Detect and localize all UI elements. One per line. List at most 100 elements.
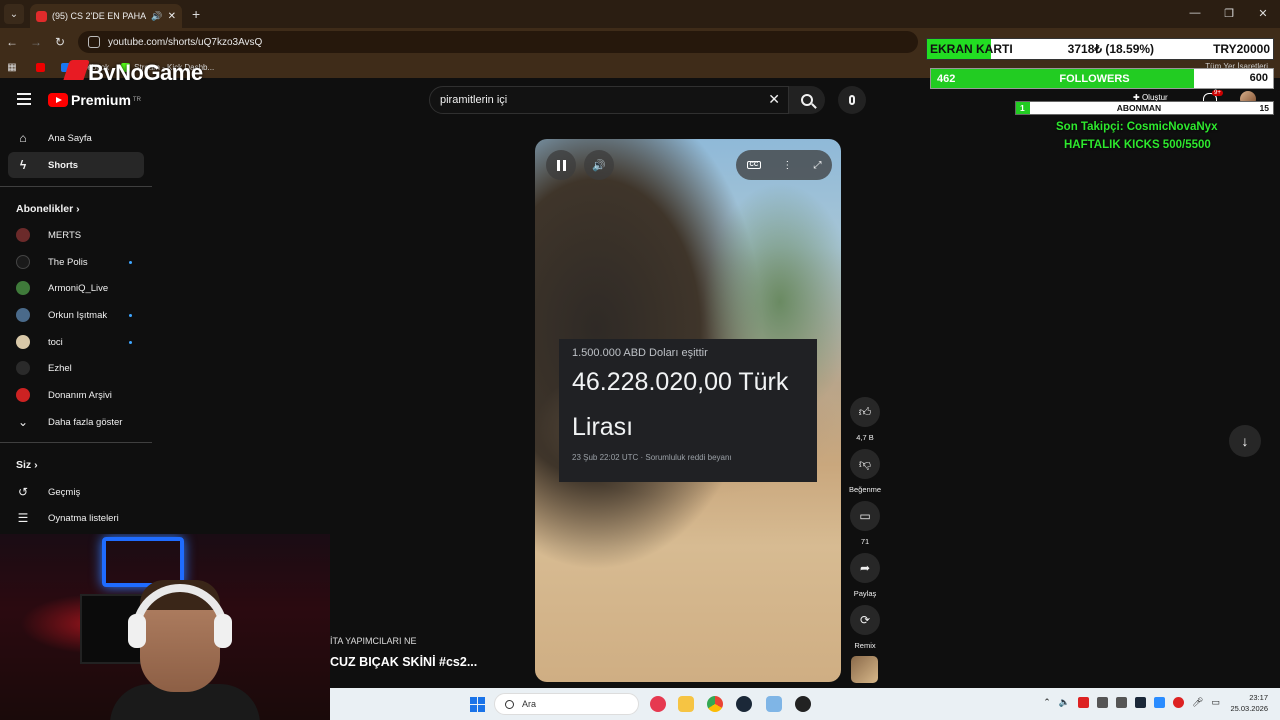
- menu-icon[interactable]: [17, 93, 31, 105]
- tray-app-icon[interactable]: [1135, 697, 1147, 708]
- tray-app-icon[interactable]: [1097, 697, 1109, 708]
- tray-app-icon[interactable]: [1173, 697, 1185, 708]
- sidebar-item-label: MERTS: [48, 229, 82, 241]
- search-icon: [505, 699, 514, 709]
- tab-title: (95) CS 2'DE EN PAHALI VS: [52, 11, 147, 21]
- new-content-dot: [129, 313, 132, 317]
- remix-button[interactable]: ⟳ Remix: [849, 605, 881, 650]
- sidebar-sub-orkun[interactable]: Orkun Işıtmak: [8, 302, 144, 328]
- you-heading[interactable]: Siz ›: [16, 459, 38, 471]
- file-explorer-icon[interactable]: [678, 696, 694, 712]
- sidebar-item-history[interactable]: ↺ Geçmiş: [8, 479, 144, 505]
- minimize-button[interactable]: —: [1178, 0, 1212, 26]
- search-input[interactable]: piramitlerin içi ✕: [429, 86, 789, 114]
- sidebar-item-playlists[interactable]: ☰ Oynatma listeleri: [8, 505, 144, 531]
- youtube-favicon-icon: [36, 10, 47, 22]
- dislike-button[interactable]: 👎︎ Beğenme: [849, 449, 881, 494]
- sidebar-item-label: Shorts: [48, 159, 79, 171]
- maximize-button[interactable]: ❐: [1212, 0, 1246, 26]
- tray-app-icon[interactable]: [1116, 697, 1128, 708]
- home-icon: ⌂: [19, 131, 27, 145]
- sidebar-sub-donanim[interactable]: Donanım Arşivi: [8, 382, 144, 408]
- sidebar-item-label: Daha fazla göster: [48, 416, 123, 428]
- address-bar[interactable]: youtube.com/shorts/uQ7kzo3AvsQ: [78, 31, 918, 53]
- taskbar-search[interactable]: Ara: [494, 693, 639, 715]
- youtube-icon: [36, 62, 45, 72]
- tab-close-icon[interactable]: ✕: [168, 11, 176, 22]
- video-title[interactable]: CUZ BIÇAK SKİNİ #cs2...: [330, 655, 477, 669]
- like-count: 4,7 B: [856, 433, 874, 442]
- new-content-dot: [129, 340, 132, 344]
- show-more-button[interactable]: ⌄ Daha fazla göster: [8, 409, 144, 435]
- chevron-up-icon[interactable]: ⌃: [1043, 697, 1051, 708]
- sidebar-item-home[interactable]: ⌂ Ana Sayfa: [8, 125, 144, 151]
- tray-app-icon[interactable]: [1154, 697, 1166, 708]
- conversion-result-line2: Lirası: [572, 413, 634, 441]
- media-app-icon[interactable]: [650, 696, 666, 712]
- close-window-button[interactable]: ✕: [1246, 0, 1280, 26]
- headset-earcup: [214, 614, 232, 648]
- speaker-icon[interactable]: 🔊: [151, 11, 162, 22]
- obs-icon[interactable]: [795, 696, 811, 712]
- chevron-down-icon: ⌄: [17, 415, 29, 429]
- browser-tabstrip: ⌄ (95) CS 2'DE EN PAHALI VS 🔊 ✕ + — ❐ ✕: [0, 0, 1280, 28]
- steam-icon[interactable]: [736, 696, 752, 712]
- divider: [0, 186, 152, 187]
- share-button[interactable]: ➦ Paylaş: [849, 553, 881, 598]
- next-video-button[interactable]: ↓: [1229, 425, 1261, 457]
- apps-grid-icon[interactable]: ▦: [0, 62, 24, 73]
- sidebar-sub-armoniq[interactable]: ArmoniQ_Live: [8, 275, 144, 301]
- url-text: youtube.com/shorts/uQ7kzo3AvsQ: [108, 36, 263, 48]
- site-info-icon[interactable]: [88, 36, 100, 48]
- channel-name[interactable]: İTA YAPIMCILARI NE: [330, 636, 417, 646]
- captions-icon[interactable]: CC: [746, 161, 762, 169]
- sidebar-sub-toci[interactable]: toci: [8, 329, 144, 355]
- subscriptions-heading[interactable]: Abonelikler ›: [16, 203, 80, 215]
- goal-target: TRY20000: [1213, 42, 1270, 56]
- new-tab-button[interactable]: +: [192, 6, 200, 22]
- search-button[interactable]: [789, 86, 825, 114]
- window-controls: — ❐ ✕: [1178, 0, 1280, 26]
- conversion-source: 1.500.000 ABD Doları eşittir: [572, 347, 708, 359]
- youtube-play-icon: [48, 93, 68, 107]
- windows-start-icon[interactable]: [470, 697, 485, 712]
- sidebar-item-shorts[interactable]: ϟ Shorts: [8, 152, 144, 178]
- clear-search-icon[interactable]: ✕: [768, 91, 780, 108]
- comment-count: 71: [860, 537, 870, 546]
- windows-taskbar: Ara ⌃ 🔈 🎤︎ ▭ 23:17 25.03.2026: [330, 688, 1280, 720]
- fullscreen-icon[interactable]: ⤢: [813, 160, 821, 171]
- sidebar-sub-merts[interactable]: MERTS: [8, 222, 144, 248]
- speaker-tray-icon[interactable]: 🔈: [1059, 697, 1070, 708]
- chrome-icon[interactable]: [707, 696, 723, 712]
- tab-search-button[interactable]: ⌄: [4, 4, 24, 24]
- voice-search-button[interactable]: [838, 86, 866, 114]
- volume-button[interactable]: 🔊: [584, 150, 614, 180]
- dislike-label: Beğenme: [849, 485, 882, 494]
- tray-app-icon[interactable]: [1078, 697, 1090, 708]
- network-icon[interactable]: ▭: [1211, 697, 1220, 708]
- mic-tray-icon[interactable]: 🎤︎: [1192, 697, 1203, 708]
- goal-label: EKRAN KARTI: [930, 42, 1013, 56]
- currency-conversion-card: 1.500.000 ABD Doları eşittir 46.228.020,…: [559, 339, 817, 482]
- forward-arrow-icon[interactable]: →: [24, 35, 48, 49]
- comments-button[interactable]: ▭ 71: [849, 501, 881, 546]
- bookmark-youtube[interactable]: [36, 62, 49, 72]
- pause-button[interactable]: [546, 150, 576, 180]
- reload-icon[interactable]: ↻: [48, 35, 72, 49]
- new-content-dot: [129, 260, 132, 264]
- subscriber-label: ABONMAN: [1116, 103, 1162, 113]
- shorts-video-player[interactable]: 🔊 CC ⋮ ⤢ 1.500.000 ABD Doları eşittir 46…: [535, 139, 841, 682]
- more-options-icon[interactable]: ⋮: [782, 160, 792, 171]
- sound-thumbnail[interactable]: [851, 656, 878, 683]
- sidebar-sub-the-polis[interactable]: The Polis: [8, 249, 144, 275]
- channel-avatar: [16, 228, 30, 242]
- like-button[interactable]: 👍︎ 4,7 B: [849, 397, 881, 442]
- goal-value: 3718₺ (18.59%): [1067, 42, 1155, 56]
- sidebar-sub-ezhel[interactable]: Ezhel: [8, 355, 144, 381]
- youtube-logo[interactable]: Premium TR: [48, 92, 141, 108]
- settings-app-icon[interactable]: [766, 696, 782, 712]
- browser-tab-active[interactable]: (95) CS 2'DE EN PAHALI VS 🔊 ✕: [30, 4, 182, 28]
- microphone-icon: [849, 95, 855, 105]
- system-clock[interactable]: 23:17 25.03.2026: [1230, 692, 1268, 714]
- back-arrow-icon[interactable]: ←: [0, 35, 24, 49]
